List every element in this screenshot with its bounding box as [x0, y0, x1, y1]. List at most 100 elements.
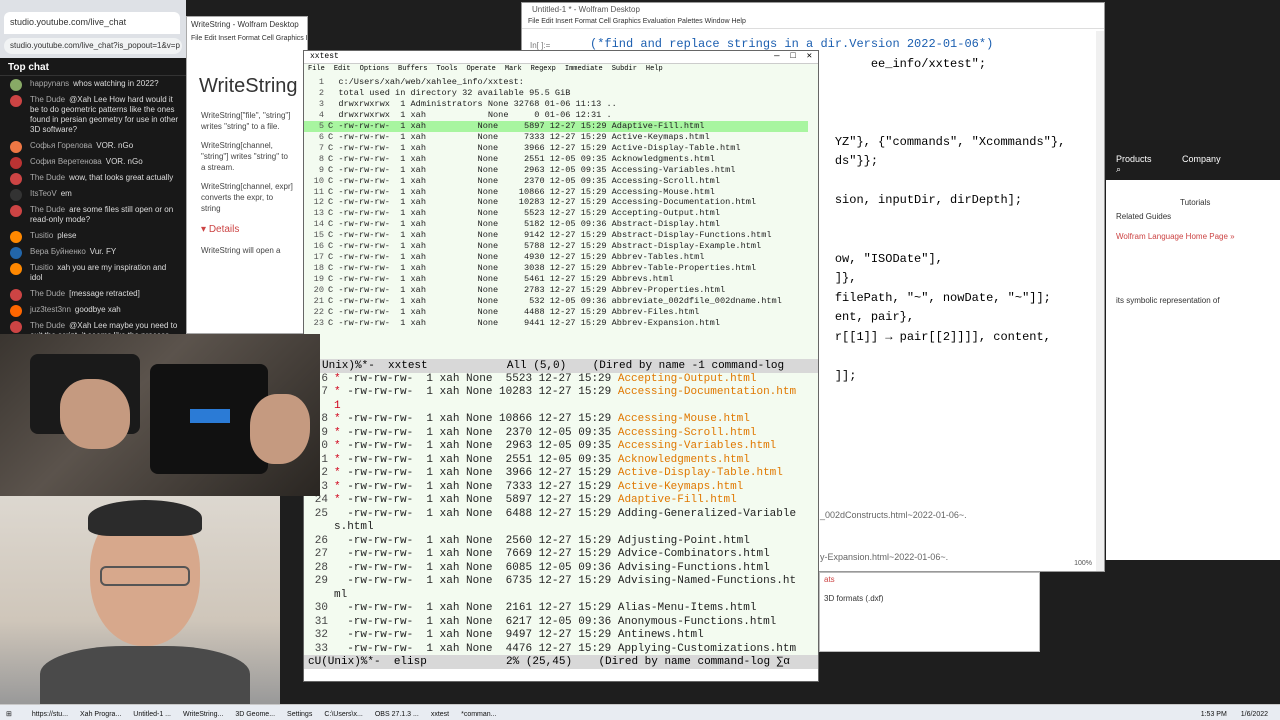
- dired-buffer-top[interactable]: 1 c:/Users/xah/web/xahlee_info/xxtest: 2 …: [304, 77, 808, 359]
- dired-line[interactable]: 4 drwxrwxrwx 1 xah None 0 01-06 12:31 .: [304, 110, 808, 121]
- chat-author[interactable]: The Dude: [30, 289, 65, 298]
- menu-item-file[interactable]: File: [308, 65, 325, 73]
- dired-line[interactable]: 5 C -rw-rw-rw- 1 xah None 5897 12-27 15:2…: [304, 120, 808, 132]
- dired-line[interactable]: 28 -rw-rw-rw- 1 xah None 6085 12-05 09:3…: [304, 562, 810, 575]
- file-name[interactable]: Accepting-Output.html: [618, 373, 757, 385]
- dired-line[interactable]: 8 * -rw-rw-rw- 1 xah None 10866 12-27 15:…: [304, 413, 810, 426]
- menu-item-immediate[interactable]: Immediate: [565, 65, 603, 73]
- file-name[interactable]: Accessing-Scroll.html: [618, 427, 757, 439]
- menu-item-operate[interactable]: Operate: [466, 65, 495, 73]
- dired-line[interactable]: 7 * -rw-rw-rw- 1 xah None 10283 12-27 15:…: [304, 386, 810, 399]
- minibuffer[interactable]: [304, 669, 818, 681]
- dired-line[interactable]: 12 C -rw-rw-rw- 1 xah None 10283 12-27 15…: [304, 197, 808, 208]
- dired-line[interactable]: 9 C -rw-rw-rw- 1 xah None 2963 12-05 09:3…: [304, 165, 808, 176]
- avatar[interactable]: [10, 173, 22, 185]
- file-name[interactable]: Antinews.html: [618, 629, 704, 641]
- nav-products[interactable]: Products: [1116, 154, 1152, 164]
- chat-author[interactable]: The Dude: [30, 95, 65, 104]
- menu-bar[interactable]: File Edit Insert Format Cell Graphics Ev…: [187, 33, 307, 47]
- dired-line[interactable]: 10 C -rw-rw-rw- 1 xah None 2370 12-05 09:…: [304, 176, 808, 187]
- chat-author[interactable]: Вера Буйненко: [30, 247, 86, 256]
- dired-line[interactable]: 6 * -rw-rw-rw- 1 xah None 5523 12-27 15:2…: [304, 373, 810, 386]
- menu-bar[interactable]: File Edit Insert Format Cell Graphics Ev…: [522, 17, 1104, 29]
- file-name[interactable]: Accessing-Mouse.html: [618, 413, 750, 425]
- menu-item-help[interactable]: Help: [646, 65, 663, 73]
- dired-line[interactable]: 32 -rw-rw-rw- 1 xah None 9497 12-27 15:2…: [304, 629, 810, 642]
- dired-line[interactable]: 2 * -rw-rw-rw- 1 xah None 3966 12-27 15:2…: [304, 467, 810, 480]
- zoom-level[interactable]: 100%: [1074, 560, 1092, 567]
- chat-author[interactable]: София Веретенова: [30, 157, 102, 166]
- browser-tab[interactable]: studio.youtube.com/live_chat: [4, 12, 180, 34]
- chat-author[interactable]: Tusitio: [30, 231, 53, 240]
- dired-line[interactable]: 20 C -rw-rw-rw- 1 xah None 2783 12-27 15:…: [304, 285, 808, 296]
- dired-line[interactable]: 29 -rw-rw-rw- 1 xah None 6735 12-27 15:2…: [304, 575, 810, 588]
- dired-line[interactable]: 22 C -rw-rw-rw- 1 xah None 4488 12-27 15:…: [304, 307, 808, 318]
- dired-buffer-bottom[interactable]: 6 * -rw-rw-rw- 1 xah None 5523 12-27 15:2…: [304, 373, 810, 655]
- taskbar-item[interactable]: WriteString...: [183, 711, 223, 718]
- dired-line[interactable]: 1 c:/Users/xah/web/xahlee_info/xxtest:: [304, 77, 808, 88]
- avatar[interactable]: [10, 79, 22, 91]
- avatar[interactable]: [10, 205, 22, 217]
- file-name[interactable]: Acknowledgments.html: [618, 454, 750, 466]
- dired-line[interactable]: ml: [304, 589, 810, 602]
- dired-line[interactable]: 0 * -rw-rw-rw- 1 xah None 2963 12-05 09:3…: [304, 440, 810, 453]
- taskbar-item[interactable]: Untitled-1 ...: [133, 711, 171, 718]
- chat-author[interactable]: The Dude: [30, 205, 65, 214]
- taskbar-item[interactable]: *comman...: [461, 711, 496, 718]
- chat-header[interactable]: Top chat: [0, 58, 186, 76]
- chat-author[interactable]: Tusitio: [30, 263, 53, 272]
- menu-item-regexp[interactable]: Regexp: [531, 65, 556, 73]
- avatar[interactable]: [10, 157, 22, 169]
- dired-line[interactable]: 30 -rw-rw-rw- 1 xah None 2161 12-27 15:2…: [304, 602, 810, 615]
- dired-line[interactable]: 17 C -rw-rw-rw- 1 xah None 4930 12-27 15:…: [304, 252, 808, 263]
- file-name[interactable]: Advising-Named-Functions.ht: [618, 575, 796, 587]
- dired-line[interactable]: 21 C -rw-rw-rw- 1 xah None 532 12-05 09:3…: [304, 296, 808, 307]
- home-page-link[interactable]: Wolfram Language Home Page »: [1106, 224, 1245, 249]
- taskbar-item[interactable]: https://stu...: [32, 711, 68, 718]
- menu-item-mark[interactable]: Mark: [505, 65, 522, 73]
- taskbar-item[interactable]: C:\Users\x...: [324, 711, 363, 718]
- dired-line[interactable]: 25 -rw-rw-rw- 1 xah None 6488 12-27 15:2…: [304, 508, 810, 521]
- dired-line[interactable]: 13 C -rw-rw-rw- 1 xah None 5523 12-27 15:…: [304, 208, 808, 219]
- dired-line[interactable]: 9 * -rw-rw-rw- 1 xah None 2370 12-05 09:3…: [304, 427, 810, 440]
- menu-item-options[interactable]: Options: [360, 65, 389, 73]
- nav-company[interactable]: Company: [1182, 154, 1221, 164]
- address-bar[interactable]: studio.youtube.com/live_chat?is_popout=1…: [4, 38, 182, 54]
- dired-line[interactable]: 33 -rw-rw-rw- 1 xah None 4476 12-27 15:2…: [304, 643, 810, 655]
- avatar[interactable]: [10, 305, 22, 317]
- dired-line[interactable]: 11 C -rw-rw-rw- 1 xah None 10866 12-27 15…: [304, 187, 808, 198]
- menu-item-subdir[interactable]: Subdir: [612, 65, 637, 73]
- file-name[interactable]: Accessing-Variables.html: [618, 440, 776, 452]
- chat-author[interactable]: juz3test3nn: [30, 305, 71, 314]
- clock[interactable]: 1:53 PM 1/6/2022: [1195, 708, 1274, 718]
- dired-line[interactable]: 15 C -rw-rw-rw- 1 xah None 9142 12-27 15:…: [304, 230, 808, 241]
- menu-item-edit[interactable]: Edit: [334, 65, 351, 73]
- dired-line[interactable]: 23 C -rw-rw-rw- 1 xah None 9441 12-27 15:…: [304, 318, 808, 329]
- dired-line[interactable]: 2 total used in directory 32 available 9…: [304, 88, 808, 99]
- avatar[interactable]: [10, 141, 22, 153]
- taskbar-item[interactable]: xxtest: [431, 711, 449, 718]
- avatar[interactable]: [10, 231, 22, 243]
- chat-author[interactable]: The Dude: [30, 173, 65, 182]
- scrollbar[interactable]: [1096, 31, 1104, 571]
- avatar[interactable]: [10, 95, 22, 107]
- file-name[interactable]: Applying-Customizations.htm: [618, 643, 796, 655]
- dired-line[interactable]: 26 -rw-rw-rw- 1 xah None 2560 12-27 15:2…: [304, 535, 810, 548]
- avatar[interactable]: [10, 247, 22, 259]
- search-icon[interactable]: ⌕: [1116, 164, 1121, 174]
- file-name[interactable]: Advising-Functions.html: [618, 562, 770, 574]
- avatar[interactable]: [10, 263, 22, 275]
- dired-line[interactable]: 7 C -rw-rw-rw- 1 xah None 3966 12-27 15:2…: [304, 143, 808, 154]
- dired-line[interactable]: 1 * -rw-rw-rw- 1 xah None 2551 12-05 09:3…: [304, 454, 810, 467]
- dired-line[interactable]: 8 C -rw-rw-rw- 1 xah None 2551 12-05 09:3…: [304, 154, 808, 165]
- dired-line[interactable]: 19 C -rw-rw-rw- 1 xah None 5461 12-27 15:…: [304, 274, 808, 285]
- avatar[interactable]: [10, 289, 22, 301]
- file-name[interactable]: Adjusting-Point.html: [618, 535, 750, 547]
- window-controls[interactable]: — □ ✕: [774, 51, 812, 61]
- dired-line[interactable]: 1: [304, 400, 810, 413]
- dired-line[interactable]: 16 C -rw-rw-rw- 1 xah None 5788 12-27 15:…: [304, 241, 808, 252]
- chat-author[interactable]: happynans: [30, 79, 69, 88]
- avatar[interactable]: [10, 189, 22, 201]
- dired-line[interactable]: 18 C -rw-rw-rw- 1 xah None 3038 12-27 15:…: [304, 263, 808, 274]
- taskbar-item[interactable]: 3D Geome...: [235, 711, 275, 718]
